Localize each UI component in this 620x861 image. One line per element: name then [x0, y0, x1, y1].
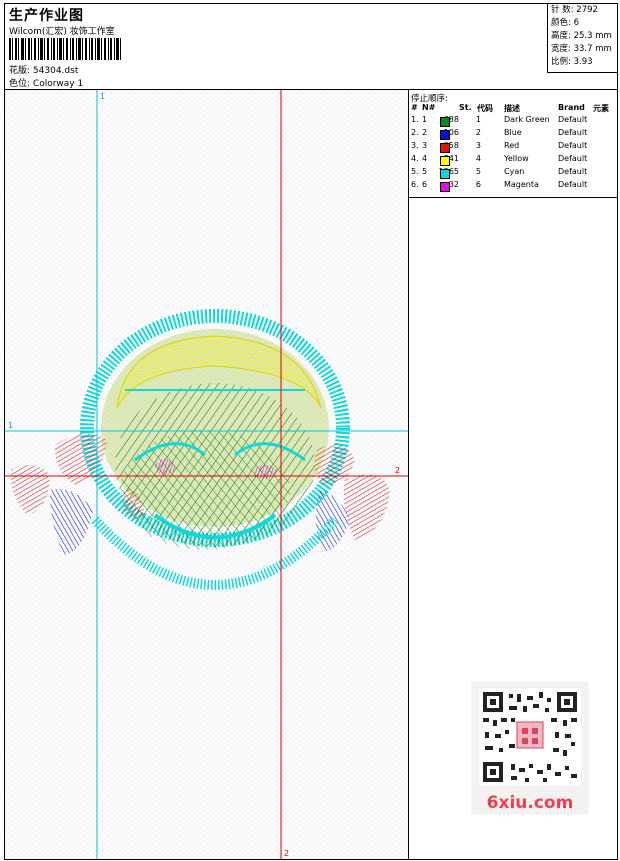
stat-width: 宽度: 33.7 mm: [551, 44, 612, 54]
colorway-label: 色位:: [9, 79, 31, 89]
thread-color-swatch: [440, 169, 450, 179]
thread-brand: Default: [558, 141, 588, 150]
thread-num: 6.: [411, 180, 419, 189]
design-file-line: 花版: 54304.dst: [9, 63, 78, 76]
company-name: Wilcom(汇宏) 妆饰工作室: [9, 27, 115, 37]
thread-brand: Default: [558, 167, 588, 176]
guide-label-left: 1: [8, 421, 13, 430]
magenta-left-spot: [155, 459, 175, 475]
thread-code: 4: [475, 154, 481, 163]
thread-num: 4.: [411, 154, 419, 163]
thread-row: 6. 6 32 6 Magenta Default: [409, 180, 617, 193]
thread-color-swatch: [440, 143, 450, 153]
thread-num: 1.: [411, 115, 419, 124]
thread-table: # N# St. 代码 描述 Brand 元素 1. 1 688 1 Dark Gree…: [409, 103, 617, 198]
watermark-logo-text: 6xiu.com: [487, 793, 574, 813]
design-canvas: 1 1 2 2: [5, 90, 409, 859]
thread-no: 6: [422, 180, 428, 189]
embroidery-preview: 1 1 2 2: [5, 90, 408, 859]
thread-num: 2.: [411, 128, 419, 137]
production-sheet: 生产作业图 Wilcom(汇宏) 妆饰工作室 花版: 54304.dst 色位:…: [4, 3, 618, 860]
thread-desc: Dark Green: [504, 115, 550, 124]
colorway-line: 色位: Colorway 1: [9, 76, 83, 89]
thread-row: 5.512655CyanDefault: [409, 167, 617, 180]
colorway-value: Colorway 1: [32, 79, 84, 89]
thread-row: 4. 4 341 4 Yellow Default: [409, 154, 617, 167]
thread-color-swatch: [440, 117, 450, 127]
watermark-qr: 6xiu.com: [471, 682, 589, 814]
thread-row: 3. 3 358 3 Red Default: [409, 141, 617, 154]
thread-st: 32: [448, 180, 459, 189]
design-file-label: 花版:: [9, 66, 31, 76]
guide-label-bottom: 2: [284, 849, 289, 858]
thread-no: 4: [422, 154, 428, 163]
guide-label-right: 2: [395, 466, 400, 475]
thread-row: 2. 2 106 2 Blue Default: [409, 128, 617, 141]
col-desc: 描述: [504, 104, 520, 113]
thread-row: 1. 1 688 1 Dark Green Default: [409, 115, 617, 128]
thread-no: 2: [422, 128, 428, 137]
thread-code: 2: [475, 128, 481, 137]
thread-code: 1: [475, 115, 481, 124]
thread-num: 5.: [411, 167, 419, 176]
thread-code: 6: [475, 180, 481, 189]
guide-label-top: 1: [100, 92, 105, 101]
sheet-header: 生产作业图 Wilcom(汇宏) 妆饰工作室 花版: 54304.dst 色位:…: [5, 4, 618, 90]
thread-desc: Blue: [504, 128, 522, 137]
thread-desc: Yellow: [504, 154, 529, 163]
col-num: #: [411, 103, 418, 112]
green-hatch-overlay: [120, 430, 290, 550]
thread-color-swatch: [440, 156, 450, 166]
thread-brand: Default: [558, 128, 588, 137]
magenta-right-spot: [253, 465, 277, 479]
col-code: 代码: [477, 104, 493, 113]
thread-no: 3: [422, 141, 428, 150]
thread-code: 3: [475, 141, 481, 150]
thread-desc: Magenta: [504, 180, 539, 189]
barcode: [9, 38, 121, 60]
stat-scale: 比例: 3.93: [551, 57, 593, 67]
thread-color-swatch: [440, 130, 450, 140]
sheet-title: 生产作业图: [9, 8, 84, 24]
stitch-stats: 针 数: 2792 颜色: 6 高度: 25.3 mm 宽度: 33.7 mm …: [547, 4, 618, 73]
thread-no: 5: [422, 167, 428, 176]
thread-desc: Cyan: [504, 167, 525, 176]
stat-colors: 颜色: 6: [551, 18, 579, 28]
col-st: St.: [459, 103, 472, 112]
col-elem: 元素: [593, 104, 609, 113]
col-brand: Brand: [558, 103, 585, 112]
stat-height: 高度: 25.3 mm: [551, 31, 612, 41]
design-file-value: 54304.dst: [32, 66, 79, 76]
thread-desc: Red: [504, 141, 520, 150]
thread-brand: Default: [558, 154, 588, 163]
thread-code: 5: [475, 167, 481, 176]
thread-no: 1: [422, 115, 428, 124]
thread-table-header: # N# St. 代码 描述 Brand 元素: [409, 103, 617, 115]
thread-num: 3.: [411, 141, 419, 150]
thread-brand: Default: [558, 115, 588, 124]
thread-brand: Default: [558, 180, 588, 189]
stat-stitches: 针 数: 2792: [551, 5, 598, 15]
col-no: N#: [422, 103, 436, 112]
thread-color-swatch: [440, 182, 450, 192]
